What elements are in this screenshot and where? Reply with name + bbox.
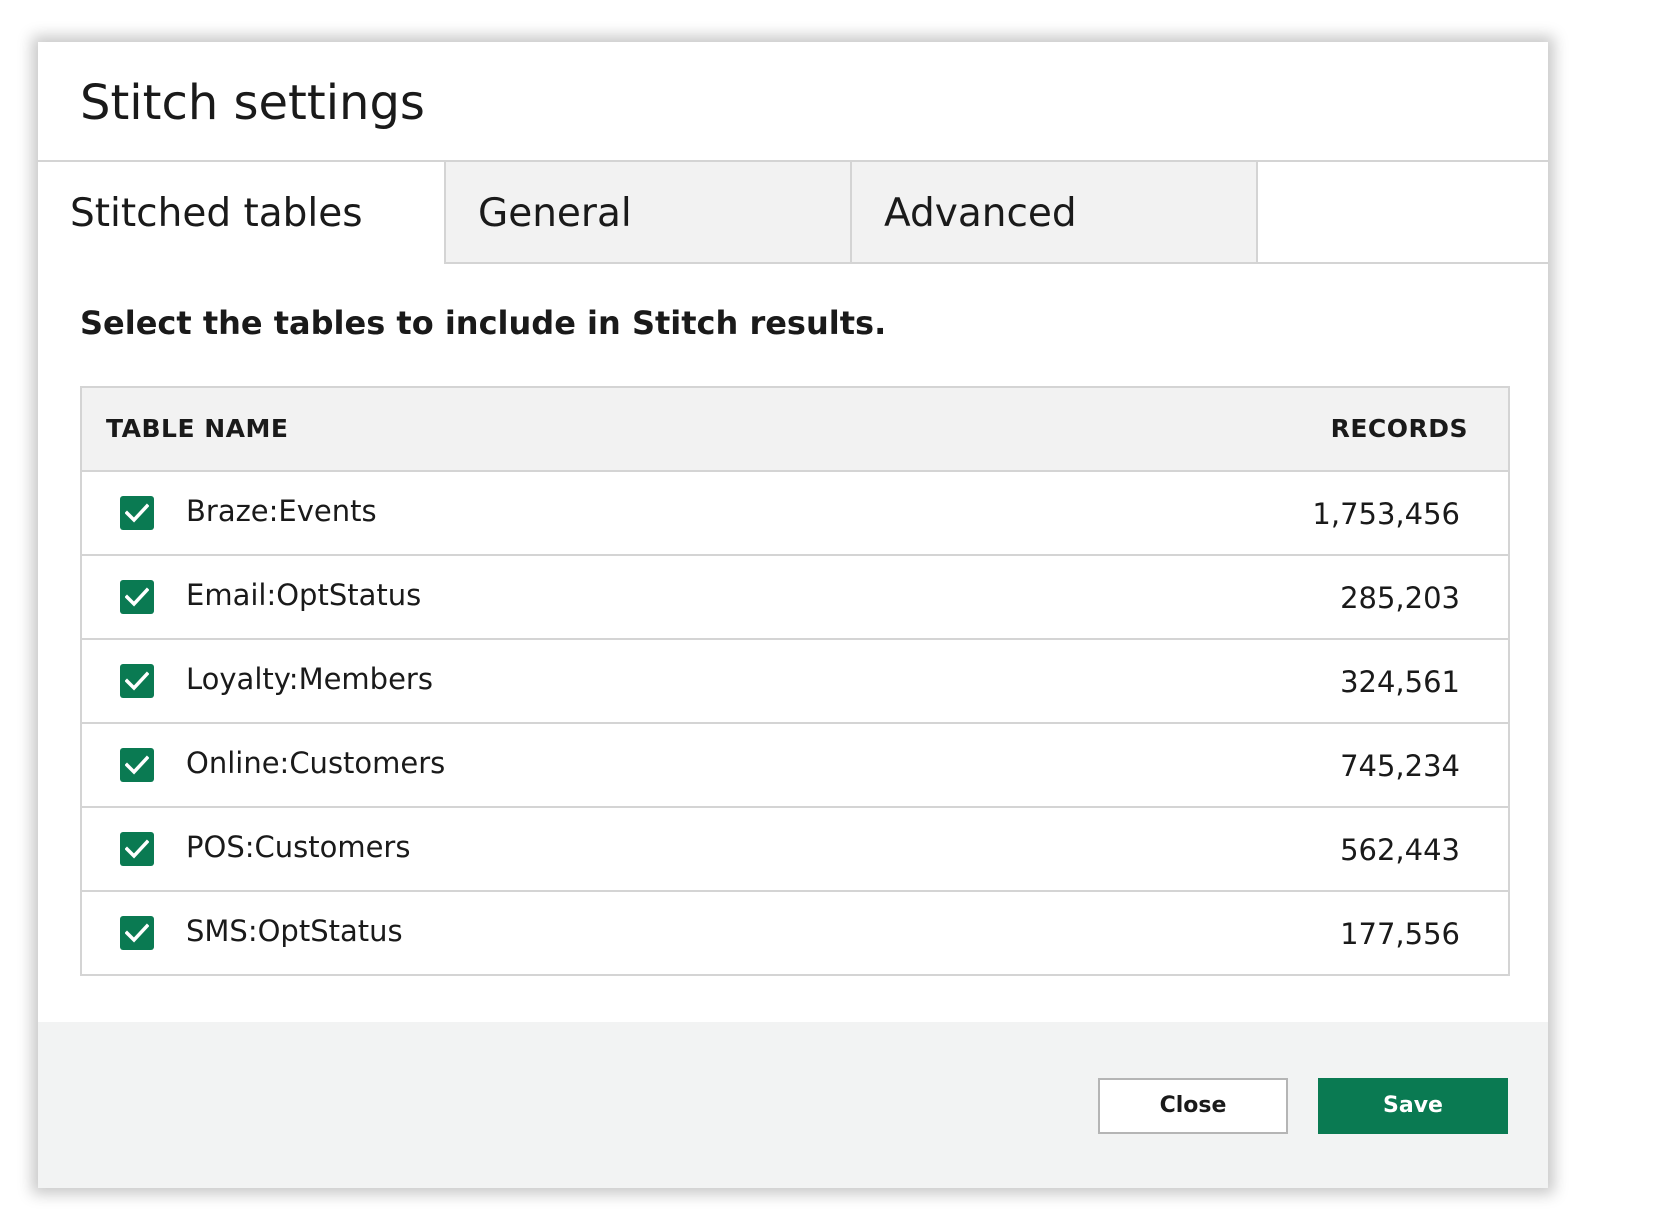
row-checkbox[interactable] xyxy=(120,580,154,614)
save-button[interactable]: Save xyxy=(1318,1078,1508,1134)
table-row: Email:OptStatus 285,203 xyxy=(82,556,1508,640)
tab-bar: Stitched tables General Advanced xyxy=(38,160,1548,266)
row-checkbox[interactable] xyxy=(120,832,154,866)
column-header-table-name: TABLE NAME xyxy=(106,414,289,443)
check-icon xyxy=(125,587,149,607)
dialog-title: Stitch settings xyxy=(80,75,425,131)
tab-general[interactable]: General xyxy=(444,160,852,264)
table-name-cell: Email:OptStatus xyxy=(186,578,422,612)
table-name-cell: Loyalty:Members xyxy=(186,662,433,696)
records-cell: 1,753,456 xyxy=(1312,497,1460,531)
row-checkbox[interactable] xyxy=(120,664,154,698)
table-name-cell: POS:Customers xyxy=(186,830,411,864)
stitch-settings-dialog: Stitch settings Stitched tables General … xyxy=(38,42,1548,1188)
table-row: Loyalty:Members 324,561 xyxy=(82,640,1508,724)
stitched-tables-table: TABLE NAME RECORDS Braze:Events 1,753,45… xyxy=(80,386,1510,976)
table-row: SMS:OptStatus 177,556 xyxy=(82,892,1508,974)
records-cell: 324,561 xyxy=(1340,665,1460,699)
row-checkbox[interactable] xyxy=(120,916,154,950)
instruction-text: Select the tables to include in Stitch r… xyxy=(80,304,887,342)
records-cell: 285,203 xyxy=(1340,581,1460,615)
close-button[interactable]: Close xyxy=(1098,1078,1288,1134)
check-icon xyxy=(125,755,149,775)
table-name-cell: SMS:OptStatus xyxy=(186,914,403,948)
records-cell: 745,234 xyxy=(1340,749,1460,783)
row-checkbox[interactable] xyxy=(120,496,154,530)
row-checkbox[interactable] xyxy=(120,748,154,782)
table-body: Braze:Events 1,753,456 Email:OptStatus 2… xyxy=(82,472,1508,974)
tab-advanced[interactable]: Advanced xyxy=(850,160,1258,264)
table-row: Online:Customers 745,234 xyxy=(82,724,1508,808)
table-header: TABLE NAME RECORDS xyxy=(82,388,1508,472)
check-icon xyxy=(125,839,149,859)
tab-stitched-tables[interactable]: Stitched tables xyxy=(38,160,446,264)
check-icon xyxy=(125,923,149,943)
table-name-cell: Braze:Events xyxy=(186,494,377,528)
check-icon xyxy=(125,503,149,523)
tab-bar-filler xyxy=(1258,160,1548,264)
dialog-footer: Close Save xyxy=(38,1022,1548,1188)
records-cell: 177,556 xyxy=(1340,917,1460,951)
records-cell: 562,443 xyxy=(1340,833,1460,867)
table-name-cell: Online:Customers xyxy=(186,746,446,780)
column-header-records: RECORDS xyxy=(1330,414,1468,443)
table-row: POS:Customers 562,443 xyxy=(82,808,1508,892)
check-icon xyxy=(125,671,149,691)
table-row: Braze:Events 1,753,456 xyxy=(82,472,1508,556)
